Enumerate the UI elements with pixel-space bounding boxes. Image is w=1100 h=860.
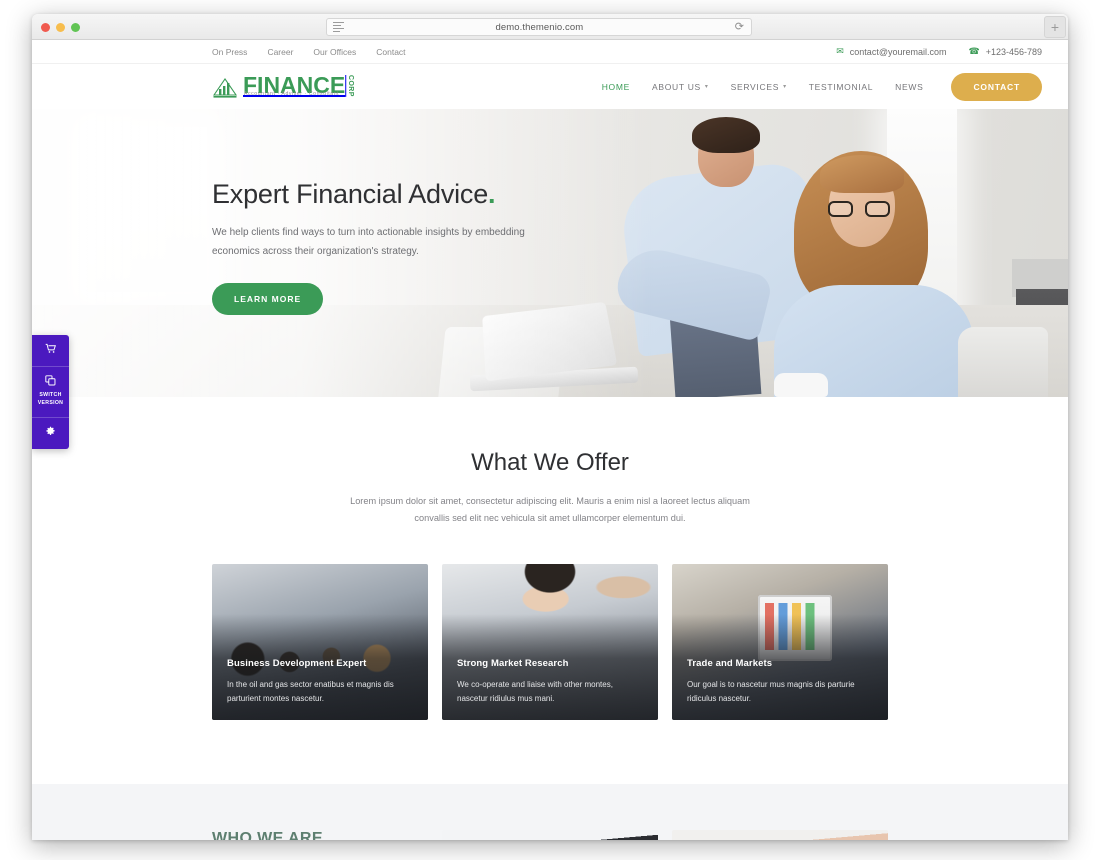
card-text: We co-operate and liaise with other mont… [457,679,613,703]
offer-subtitle: Lorem ipsum dolor sit amet, consectetur … [350,496,750,524]
widget-switch-version-label: SWITCH VERSION [37,392,64,406]
card-body: Business Development Expert In the oil a… [212,653,428,706]
who-we-are-section: WHO WE ARE [32,783,1068,840]
topbar-contact-info: ✉ contact@youremail.com ☎ +123-456-789 [836,47,1042,57]
nav-item-home[interactable]: HOME [602,82,630,92]
topbar-link-on-press[interactable]: On Press [212,47,247,57]
offer-card[interactable]: Strong Market Research We co-operate and… [442,563,658,720]
card-body: Strong Market Research We co-operate and… [442,653,658,706]
who-we-are-row: WHO WE ARE [212,829,888,840]
url-text: demo.themenio.com [495,21,584,33]
reload-icon[interactable]: ⟳ [735,21,744,33]
offer-section: What We Offer Lorem ipsum dolor sit amet… [32,397,1068,784]
topbar-link-contact[interactable]: Contact [376,47,405,57]
mail-icon: ✉ [836,46,844,56]
topbar-email[interactable]: ✉ contact@youremail.com [836,47,946,57]
learn-more-button[interactable]: LEARN MORE [212,283,324,315]
phone-icon: ☎ [968,46,980,56]
card-body: Trade and Markets Our goal is to nascetu… [672,653,888,706]
logo-wordmark: FINANCE CORP Accountant · Adviser · Cons… [243,74,355,98]
browser-window: demo.themenio.com ⟳ + On Press Career Ou… [32,14,1068,840]
hero-title: Expert Financial Advice. [212,179,612,210]
card-title: Strong Market Research [457,657,569,669]
site-header: FINANCE CORP Accountant · Adviser · Cons… [32,64,1068,109]
card-text: Our goal is to nascetur mus magnis dis p… [687,679,855,703]
offer-card[interactable]: Business Development Expert In the oil a… [212,563,428,720]
chevron-down-icon: ▾ [783,84,787,90]
hero-subtitle: We help clients find ways to turn into a… [212,227,525,257]
contact-cta-button[interactable]: CONTACT [951,72,1042,101]
gear-icon [45,426,56,440]
window-traffic-lights [41,23,80,32]
card-text: In the oil and gas sector enatibus et ma… [227,679,394,703]
topbar-email-text: contact@youremail.com [849,46,947,57]
nav-item-testimonial[interactable]: TESTIMONIAL [809,82,873,92]
widget-settings-button[interactable] [32,418,69,449]
nav-item-services[interactable]: SERVICES ▾ [731,82,787,92]
logo-tagline: Accountant · Adviser · Consultant [244,91,340,97]
zoom-window-button[interactable] [71,23,80,32]
page-viewport: On Press Career Our Offices Contact ✉ co… [32,40,1068,840]
main-navigation: HOME ABOUT US ▾ SERVICES ▾ TESTIMONIAL N… [602,72,1042,101]
nav-item-about-us[interactable]: ABOUT US ▾ [652,82,709,92]
hero-section: Expert Financial Advice. We help clients… [32,109,1068,397]
cart-icon [45,343,56,357]
nav-label-testimonial: TESTIMONIAL [808,81,874,92]
nav-label-services: SERVICES [730,81,780,92]
close-window-button[interactable] [41,23,50,32]
nav-item-news[interactable]: NEWS [895,82,923,92]
card-title: Business Development Expert [227,657,367,669]
bar-chart-mark-icon [212,77,238,99]
minimize-window-button[interactable] [56,23,65,32]
topbar-link-career[interactable]: Career [267,47,293,57]
topbar-link-our-offices[interactable]: Our Offices [313,47,356,57]
who-we-are-image [442,829,658,840]
widget-switch-version-button[interactable]: SWITCH VERSION [32,367,69,418]
hero-title-accent-dot: . [488,179,496,209]
reader-view-icon[interactable] [333,21,344,33]
new-tab-button[interactable]: + [1044,16,1066,38]
who-we-are-image [672,829,888,840]
chevron-down-icon: ▾ [704,84,709,90]
topbar-phone-text: +123-456-789 [985,46,1042,57]
switch-version-widget: SWITCH VERSION [32,335,69,449]
offer-cards: Business Development Expert In the oil a… [212,563,888,720]
offer-title: What We Offer [471,449,629,476]
offer-card[interactable]: Trade and Markets Our goal is to nascetu… [672,563,888,720]
hero-content: Expert Financial Advice. We help clients… [212,179,612,315]
utility-topbar: On Press Career Our Offices Contact ✉ co… [32,40,1068,64]
nav-label-home: HOME [601,81,630,92]
card-title: Trade and Markets [687,657,773,669]
topbar-phone[interactable]: ☎ +123-456-789 [968,47,1042,57]
who-we-are-title: WHO WE ARE [212,829,323,840]
nav-label-news: NEWS [895,81,924,92]
logo-corp-text: CORP [347,75,355,97]
widget-cart-button[interactable] [32,335,69,367]
topbar-links: On Press Career Our Offices Contact [212,47,406,57]
hero-title-text: Expert Financial Advice [212,179,489,209]
site-logo[interactable]: FINANCE CORP Accountant · Adviser · Cons… [212,74,354,99]
browser-titlebar: demo.themenio.com ⟳ + [32,14,1068,40]
address-bar[interactable]: demo.themenio.com ⟳ [326,18,752,36]
layers-icon [45,375,56,389]
nav-label-about-us: ABOUT US [652,81,701,92]
